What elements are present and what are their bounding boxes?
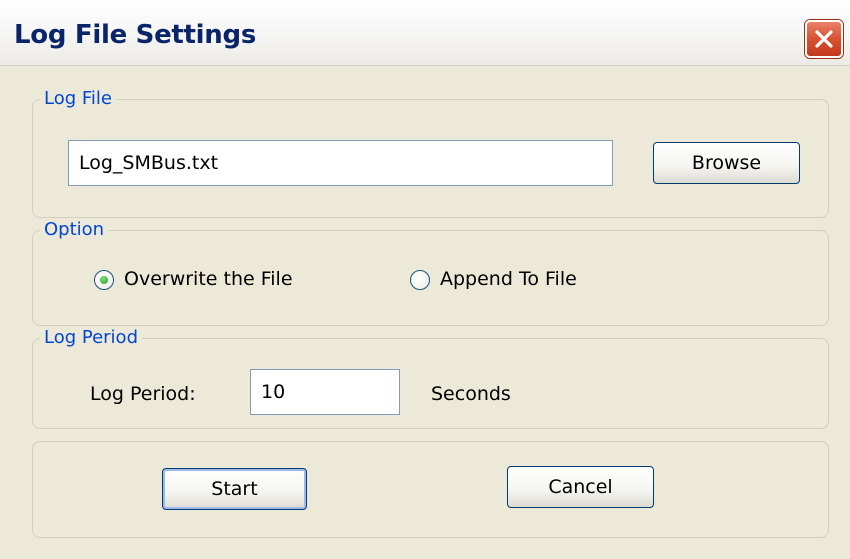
browse-button[interactable]: Browse: [653, 142, 800, 184]
append-radio[interactable]: Append To File: [410, 267, 610, 293]
close-button[interactable]: [805, 20, 843, 58]
log-file-path-input[interactable]: Log_SMBus.txt: [68, 140, 613, 186]
overwrite-radio-circle[interactable]: [94, 270, 114, 290]
seconds-unit-label: Seconds: [431, 383, 511, 405]
log-period-label: Log Period:: [90, 383, 196, 405]
cancel-button[interactable]: Cancel: [507, 466, 654, 508]
title-bar[interactable]: Log File Settings: [0, 0, 850, 66]
log-period-input[interactable]: 10: [250, 369, 400, 415]
radio-selected-dot: [100, 276, 108, 284]
start-button[interactable]: Start: [162, 468, 307, 510]
action-group: [32, 441, 829, 538]
close-icon: [815, 30, 833, 48]
option-group-legend: Option: [40, 219, 109, 240]
overwrite-radio[interactable]: Overwrite the File: [94, 267, 314, 293]
append-radio-label: Append To File: [440, 268, 577, 290]
log-period-group-legend: Log Period: [40, 327, 142, 348]
overwrite-radio-label: Overwrite the File: [124, 268, 293, 290]
log-file-group-legend: Log File: [40, 88, 116, 109]
dialog-body: Log File Log_SMBus.txt Browse Option Ove…: [10, 66, 840, 553]
log-file-settings-dialog: Log File Settings Log File Log_SMBus.txt…: [0, 0, 850, 559]
window-title: Log File Settings: [14, 20, 256, 50]
append-radio-circle[interactable]: [410, 270, 430, 290]
